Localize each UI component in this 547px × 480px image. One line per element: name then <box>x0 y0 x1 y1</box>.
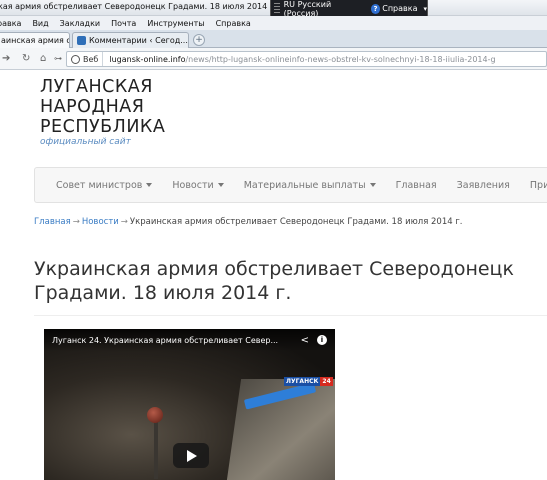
nav-item-statements[interactable]: Заявления <box>447 180 520 191</box>
breadcrumb: Главная → Новости → Украинская армия обстрел… <box>34 217 463 227</box>
favicon-icon <box>77 36 86 45</box>
key-icon[interactable]: ⊶ <box>54 54 62 63</box>
options-icon[interactable]: ▾ <box>423 5 427 13</box>
article-title: Украинская армия обстреливает Северодоне… <box>34 258 514 304</box>
grip-icon[interactable] <box>274 2 280 15</box>
breadcrumb-separator: → <box>72 217 80 227</box>
help-icon[interactable]: ? <box>370 3 381 14</box>
tab-bar: аинская армия обс... × Комментарии ‹ Сег… <box>0 30 547 48</box>
caret-down-icon <box>146 183 153 187</box>
video-topbar: Луганск 24. Украинская армия обстреливае… <box>44 329 335 351</box>
breadcrumb-home[interactable]: Главная <box>34 217 71 227</box>
site-navigation: Совет министров Новости Материальные вып… <box>34 167 547 203</box>
close-tab-icon[interactable]: × <box>188 36 189 45</box>
breadcrumb-separator: → <box>120 217 128 227</box>
window-title: кая армия обстреливает Северодонецк Град… <box>0 2 309 11</box>
url-domain: lugansk-online.info <box>109 54 186 64</box>
reload-icon[interactable]: ↻ <box>22 53 30 64</box>
tab-article[interactable]: аинская армия обс... × <box>0 32 70 48</box>
video-scene-knob <box>147 407 163 423</box>
nav-label: Новости <box>172 179 214 191</box>
menu-item-tools[interactable]: Инструменты <box>147 19 204 28</box>
nav-label: Материальные выплаты <box>243 179 366 191</box>
nav-item-orders[interactable]: Приказы <box>520 180 547 191</box>
menu-item-view[interactable]: Вид <box>32 19 48 28</box>
channel-badge-name: ЛУГАНСК <box>284 377 321 386</box>
new-tab-button[interactable]: + <box>193 34 205 46</box>
help-label[interactable]: Справка <box>382 4 417 13</box>
video-title[interactable]: Луганск 24. Украинская армия обстреливае… <box>52 336 292 345</box>
breadcrumb-news[interactable]: Новости <box>82 217 119 227</box>
menu-item-help[interactable]: Справка <box>216 19 251 28</box>
share-icon[interactable]: < <box>301 335 309 346</box>
menu-item-mail[interactable]: Почта <box>111 19 136 28</box>
web-badge-label: Веб <box>83 54 99 64</box>
menu-item-bookmarks[interactable]: Закладки <box>60 19 100 28</box>
divider <box>34 315 547 316</box>
language-indicator[interactable]: RU Русский (Россия) <box>284 0 363 18</box>
url-text[interactable]: lugansk-online.info/news/http-lugansk-on… <box>103 55 495 64</box>
caret-down-icon <box>217 183 224 187</box>
logo-line: НАРОДНАЯ <box>40 97 145 117</box>
address-bar[interactable]: Веб lugansk-online.info/news/http-lugans… <box>66 51 547 67</box>
video-scene-lever <box>154 419 158 479</box>
nav-item-home[interactable]: Главная <box>386 180 447 191</box>
video-player[interactable]: ЛУГАНСК 24 Луганск 24. Украинская армия … <box>44 329 335 480</box>
tab-label: аинская армия обс... <box>1 36 69 45</box>
breadcrumb-current: Украинская армия обстреливает Северодоне… <box>129 217 463 227</box>
caret-down-icon <box>369 183 376 187</box>
menu-bar: равка Вид Закладки Почта Инструменты Спр… <box>0 16 547 30</box>
navigation-bar: ➔ ↻ ⌂ ⊶ Веб lugansk-online.info/news/htt… <box>0 48 547 70</box>
tab-comments[interactable]: Комментарии ‹ Сегод... × <box>72 32 189 48</box>
page-content: ЛУГАНСКАЯ НАРОДНАЯ РЕСПУБЛИКА официальны… <box>0 71 547 480</box>
nav-item-payments[interactable]: Материальные выплаты <box>234 180 386 191</box>
play-button[interactable] <box>173 443 209 468</box>
web-badge[interactable]: Веб <box>67 52 104 66</box>
logo-subtitle: официальный сайт <box>40 137 131 147</box>
nav-item-council-of-ministers[interactable]: Совет министров <box>35 180 162 191</box>
nav-label: Совет министров <box>56 179 143 191</box>
tab-label: Комментарии ‹ Сегод... <box>89 36 188 45</box>
info-icon[interactable]: i <box>317 335 327 345</box>
menu-item-edit[interactable]: равка <box>0 19 21 28</box>
site-logo[interactable]: ЛУГАНСКАЯ НАРОДНАЯ РЕСПУБЛИКА официальны… <box>40 77 165 147</box>
forward-icon[interactable]: ➔ <box>2 53 10 64</box>
nav-item-news[interactable]: Новости <box>162 180 233 191</box>
globe-icon <box>71 54 80 64</box>
channel-badge-number: 24 <box>320 377 333 386</box>
channel-badge: ЛУГАНСК 24 <box>284 377 333 386</box>
logo-line: ЛУГАНСКАЯ <box>40 77 153 97</box>
url-path: /news/http-lugansk-onlineinfo-news-obstr… <box>185 54 496 64</box>
logo-line: РЕСПУБЛИКА <box>40 117 166 137</box>
home-icon[interactable]: ⌂ <box>40 53 46 64</box>
